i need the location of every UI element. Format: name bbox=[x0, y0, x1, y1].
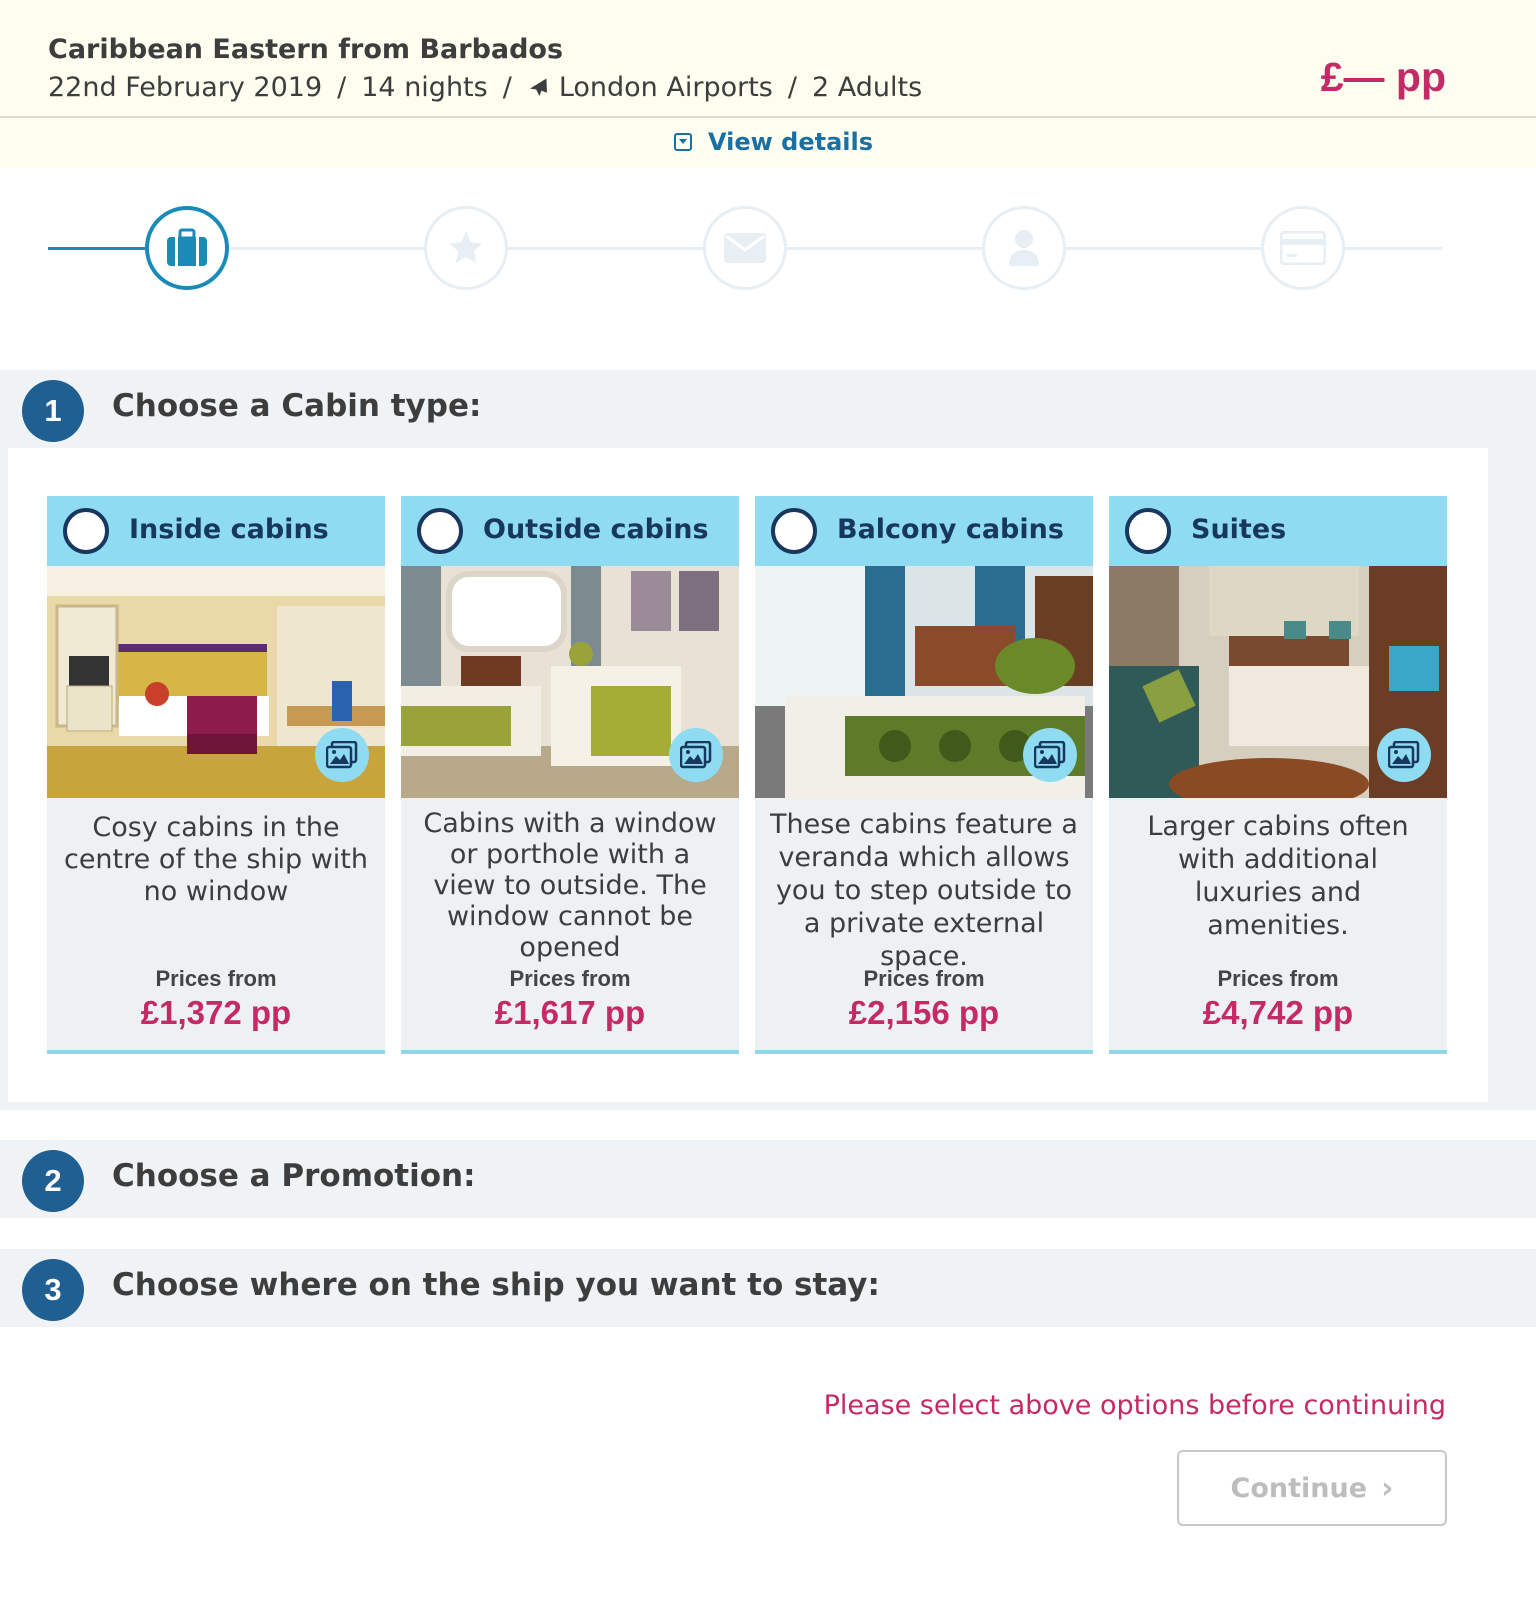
cabin-card-header: Suites bbox=[1109, 496, 1447, 566]
header-divider bbox=[0, 116, 1536, 118]
meta-separator: / bbox=[787, 72, 797, 103]
expand-icon bbox=[674, 133, 692, 151]
cabin-card-balcony[interactable]: Balcony cabins These cabins feature a ve… bbox=[755, 496, 1093, 1054]
trip-title: Caribbean Eastern from Barbados bbox=[48, 34, 564, 65]
cabin-card-header: Balcony cabins bbox=[755, 496, 1093, 566]
cabin-photo bbox=[755, 566, 1093, 798]
cabin-description: Cosy cabins in the centre of the ship wi… bbox=[63, 812, 369, 907]
section-number: 2 bbox=[22, 1150, 84, 1212]
trip-nights: 14 nights bbox=[361, 72, 488, 103]
meta-separator: / bbox=[502, 72, 512, 103]
cabin-card-header: Outside cabins bbox=[401, 496, 739, 566]
cabin-photo bbox=[1109, 566, 1447, 798]
trip-summary-header: Caribbean Eastern from Barbados 22nd Feb… bbox=[0, 0, 1536, 168]
gallery-button[interactable] bbox=[1023, 728, 1077, 782]
section-number: 3 bbox=[22, 1259, 84, 1321]
cabin-card-suites[interactable]: Suites Larger cabins often with addition… bbox=[1109, 496, 1447, 1054]
total-price: £— pp bbox=[1320, 54, 1446, 100]
step-cabin bbox=[145, 206, 229, 290]
image-gallery-icon bbox=[1388, 741, 1420, 769]
image-gallery-icon bbox=[1034, 741, 1066, 769]
prices-from-label: Prices from bbox=[1217, 966, 1339, 991]
stepper-line-done bbox=[48, 247, 148, 250]
section-title: Choose a Cabin type: bbox=[112, 388, 482, 424]
cabin-card-outside[interactable]: Outside cabins Cabins with a window or p… bbox=[401, 496, 739, 1054]
cabin-price: £2,156 pp bbox=[848, 994, 1000, 1031]
trip-passengers: 2 Adults bbox=[811, 72, 923, 103]
section-title: Choose a Promotion: bbox=[112, 1158, 476, 1194]
cabin-description: Cabins with a window or porthole with a … bbox=[423, 808, 717, 963]
step-promotion bbox=[424, 206, 508, 290]
gallery-button[interactable] bbox=[1377, 728, 1431, 782]
cabin-photo bbox=[401, 566, 739, 798]
star-icon bbox=[449, 231, 483, 263]
image-gallery-icon bbox=[680, 741, 712, 769]
trip-date: 22nd February 2019 bbox=[48, 72, 323, 103]
trip-meta: 22nd February 2019 / 14 nights / London … bbox=[48, 72, 922, 103]
step-payment bbox=[1261, 206, 1345, 290]
cabin-radio[interactable] bbox=[63, 508, 109, 554]
chevron-right-icon: › bbox=[1381, 1470, 1394, 1506]
view-details-link[interactable]: View details bbox=[674, 128, 873, 156]
person-icon bbox=[1009, 230, 1039, 266]
cabin-price: £1,617 pp bbox=[494, 994, 646, 1031]
ship-location-section[interactable]: 3 Choose where on the ship you want to s… bbox=[0, 1249, 1536, 1327]
step-passenger bbox=[982, 206, 1066, 290]
gallery-button[interactable] bbox=[669, 728, 723, 782]
promotion-section[interactable]: 2 Choose a Promotion: bbox=[0, 1140, 1536, 1218]
continue-label: Continue bbox=[1230, 1472, 1368, 1504]
prices-from-label: Prices from bbox=[863, 966, 985, 991]
image-gallery-icon bbox=[326, 741, 358, 769]
continue-button[interactable]: Continue › bbox=[1177, 1450, 1447, 1526]
cabin-card-inside[interactable]: Inside cabins Cosy cabins in the centre … bbox=[47, 496, 385, 1054]
cabin-description: Larger cabins often with additional luxu… bbox=[1147, 811, 1409, 941]
plane-icon bbox=[529, 78, 547, 96]
prices-from-label: Prices from bbox=[509, 966, 631, 991]
credit-card-icon bbox=[1280, 231, 1326, 265]
gallery-button[interactable] bbox=[315, 728, 369, 782]
envelope-icon bbox=[724, 233, 766, 263]
meta-separator: / bbox=[337, 72, 347, 103]
section-number: 1 bbox=[22, 380, 84, 442]
cabin-price: £1,372 pp bbox=[140, 994, 292, 1031]
cabin-label: Balcony cabins bbox=[837, 514, 1064, 545]
suitcase-icon bbox=[167, 228, 207, 266]
cabin-photo bbox=[47, 566, 385, 798]
cabin-description: These cabins feature a veranda which all… bbox=[770, 809, 1078, 972]
cabin-radio[interactable] bbox=[771, 508, 817, 554]
prices-from-label: Prices from bbox=[155, 966, 277, 991]
cabin-radio[interactable] bbox=[417, 508, 463, 554]
cabin-price: £4,742 pp bbox=[1202, 994, 1354, 1031]
view-details-label: View details bbox=[708, 128, 874, 156]
section-title: Choose where on the ship you want to sta… bbox=[112, 1267, 880, 1303]
cabin-radio[interactable] bbox=[1125, 508, 1171, 554]
cabin-label: Outside cabins bbox=[483, 514, 709, 545]
step-contact bbox=[703, 206, 787, 290]
cabin-label: Inside cabins bbox=[129, 514, 329, 545]
trip-airport: London Airports bbox=[558, 72, 773, 103]
cabin-card-header: Inside cabins bbox=[47, 496, 385, 566]
cabin-label: Suites bbox=[1191, 514, 1287, 545]
validation-message: Please select above options before conti… bbox=[823, 1390, 1446, 1421]
